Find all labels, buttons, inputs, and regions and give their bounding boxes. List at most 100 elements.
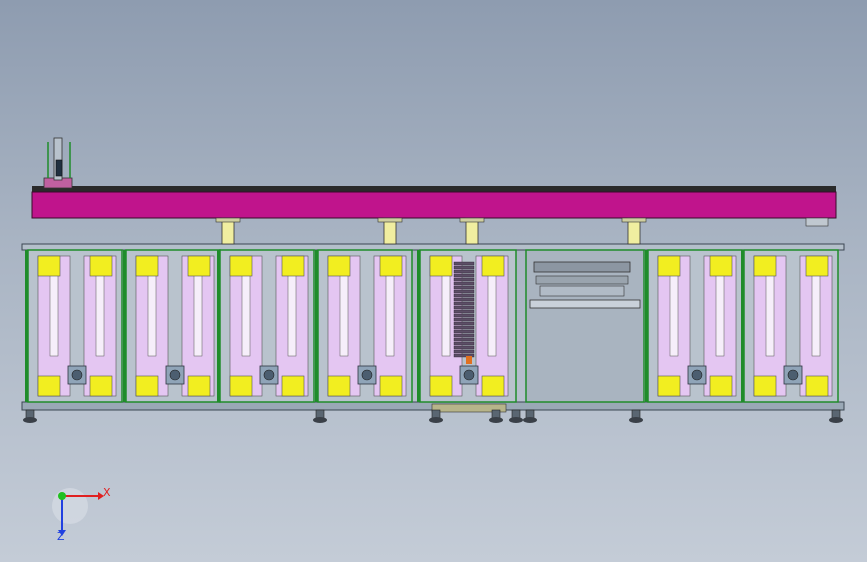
station-table	[529, 299, 641, 309]
stack-layer	[453, 325, 475, 330]
stack-layer	[453, 285, 475, 290]
y-axis-dot	[58, 492, 66, 500]
frame-post	[25, 250, 28, 402]
stack-layer	[453, 349, 475, 354]
station-frame	[525, 249, 645, 403]
axis-z-label: Z	[57, 530, 65, 543]
machine-assembly-drawing	[21, 137, 845, 536]
cabinet	[217, 249, 315, 403]
foot-pad	[829, 417, 843, 423]
cad-viewport[interactable]: X Z	[0, 0, 867, 562]
mounting-bracket	[379, 255, 403, 277]
gripper-motor	[55, 159, 63, 177]
foot-pad	[509, 417, 523, 423]
motor-shaft	[691, 369, 703, 381]
frame-post	[741, 250, 744, 402]
stack-layer	[453, 301, 475, 306]
mounting-bracket	[135, 375, 159, 397]
stack-layer	[453, 333, 475, 338]
triad-disc	[52, 488, 88, 524]
foot-pad	[523, 417, 537, 423]
mounting-bracket	[89, 255, 113, 277]
cabinet	[741, 249, 839, 403]
stack-layer	[453, 293, 475, 298]
foot-stem	[511, 409, 521, 419]
stack-layer	[453, 337, 475, 342]
motor-shaft	[71, 369, 83, 381]
support-cap	[215, 217, 241, 223]
stack-layer	[453, 317, 475, 322]
axis-x-label: X	[103, 486, 111, 499]
mounting-bracket	[657, 375, 681, 397]
stack-layer	[453, 329, 475, 334]
foot-pad	[313, 417, 327, 423]
stack-layer	[453, 277, 475, 282]
stack-layer	[453, 281, 475, 286]
beam-rail	[32, 186, 836, 192]
mounting-bracket	[379, 375, 403, 397]
support-cap	[621, 217, 647, 223]
stack-layer	[453, 269, 475, 274]
cabinet-row	[25, 249, 839, 403]
foot-stem	[491, 409, 501, 419]
mounting-bracket	[187, 375, 211, 397]
stack-layer	[453, 289, 475, 294]
mounting-bracket	[187, 255, 211, 277]
frame-post	[123, 250, 126, 402]
stack-layer	[453, 297, 475, 302]
leveling-feet	[23, 409, 843, 423]
mounting-bracket	[37, 375, 61, 397]
mounting-bracket	[281, 375, 305, 397]
station-tray	[533, 261, 631, 273]
support-cap	[459, 217, 485, 223]
overhead-beam-assembly	[31, 137, 837, 245]
mounting-bracket	[657, 255, 681, 277]
mounting-bracket	[229, 255, 253, 277]
stack-layer	[453, 305, 475, 310]
cabinet	[315, 249, 413, 403]
stack-layer	[453, 321, 475, 326]
foot-pad	[429, 417, 443, 423]
mounting-bracket	[327, 255, 351, 277]
mounting-bracket	[709, 375, 733, 397]
mounting-bracket	[89, 375, 113, 397]
stack-layer	[453, 345, 475, 350]
mounting-bracket	[429, 255, 453, 277]
mounting-bracket	[805, 255, 829, 277]
motor-shaft	[463, 369, 475, 381]
stack-layer	[453, 261, 475, 266]
mounting-bracket	[805, 375, 829, 397]
foot-stem	[525, 409, 535, 419]
motor-shaft	[169, 369, 181, 381]
stack-layer	[453, 309, 475, 314]
foot-pad	[489, 417, 503, 423]
mounting-bracket	[281, 255, 305, 277]
top-frame-rail	[21, 243, 845, 251]
frame-post	[217, 250, 220, 402]
station-tray	[535, 275, 629, 285]
support-cap	[377, 217, 403, 223]
stack-layer	[453, 313, 475, 318]
mounting-bracket	[429, 375, 453, 397]
mounting-bracket	[709, 255, 733, 277]
mounting-bracket	[481, 255, 505, 277]
foot-pad	[629, 417, 643, 423]
cabinet	[123, 249, 221, 403]
mounting-bracket	[37, 255, 61, 277]
frame-post	[417, 250, 420, 402]
motor-shaft	[361, 369, 373, 381]
stack-layer	[453, 273, 475, 278]
foot-stem	[25, 409, 35, 419]
mounting-bracket	[481, 375, 505, 397]
cabinet	[645, 249, 743, 403]
cabinet	[25, 249, 123, 403]
stack-layer	[453, 341, 475, 346]
foot-stem	[631, 409, 641, 419]
mounting-bracket	[229, 375, 253, 397]
foot-stem	[315, 409, 325, 419]
mounting-bracket	[135, 255, 159, 277]
stack-indicator	[466, 356, 472, 364]
foot-stem	[431, 409, 441, 419]
mounting-bracket	[753, 375, 777, 397]
foot-stem	[831, 409, 841, 419]
